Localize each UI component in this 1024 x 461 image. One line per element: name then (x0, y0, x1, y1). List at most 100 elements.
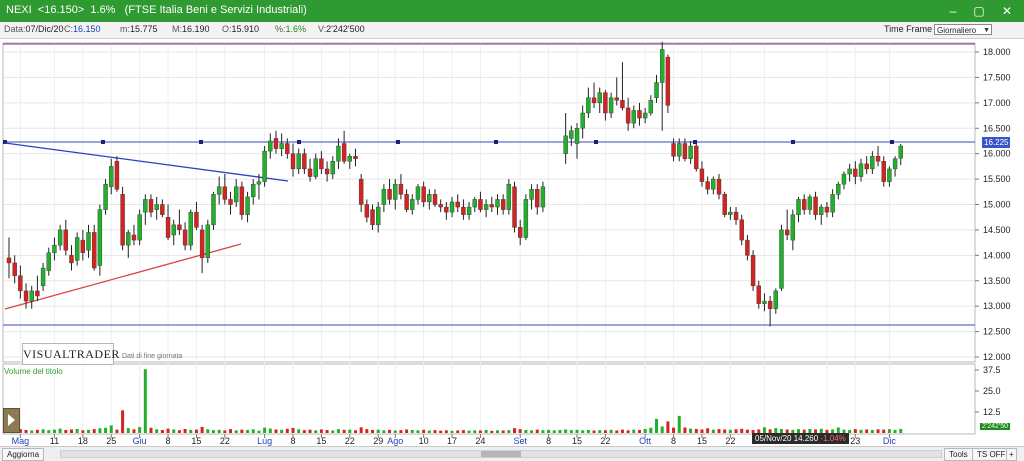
line-handle (594, 140, 598, 144)
candle-body (762, 300, 767, 304)
volume-bar (166, 428, 170, 433)
candle-body (171, 224, 176, 236)
update-button[interactable]: Aggiorna (2, 448, 45, 461)
candle-body (347, 156, 352, 162)
volume-bar (399, 430, 403, 433)
volume-label: V: (318, 24, 327, 34)
candle-body (256, 181, 262, 185)
volume-bar (200, 426, 204, 433)
price-tick-label: 15.000 (983, 200, 1011, 210)
candle-body (608, 97, 614, 114)
date-field: Data:07/Dic/20 (4, 24, 64, 34)
volume-bar (353, 430, 357, 433)
volume-bar (382, 430, 386, 433)
date-value: 07/Dic/20 (25, 24, 64, 34)
candle-body (535, 189, 540, 208)
ts-off-button[interactable]: TS OFF (972, 448, 1011, 461)
current-price-label: 16.225 (982, 137, 1011, 148)
candle-body (319, 158, 324, 170)
line-handle (791, 140, 795, 144)
volume-bar (723, 429, 727, 433)
candle-body (273, 138, 279, 149)
volume-bar (461, 430, 465, 433)
candle-body (211, 194, 216, 226)
volume-bar (870, 429, 874, 433)
candle-body (239, 186, 245, 215)
volume-bar (637, 429, 641, 433)
candle-body (63, 229, 68, 251)
candle-body (671, 143, 676, 157)
volume-bar (30, 430, 34, 433)
candle-body (654, 82, 659, 98)
candle-body (665, 56, 671, 106)
candle-body (824, 206, 830, 213)
volume-bar (308, 429, 312, 433)
close-button[interactable]: ✕ (996, 3, 1018, 19)
candle-body (387, 189, 392, 200)
visualtrader-logo: VISUALTRADER (22, 343, 119, 365)
candle-body (864, 163, 869, 170)
candle-body (154, 204, 159, 210)
candle-body (381, 189, 387, 205)
candle-body (819, 206, 824, 215)
candle-body (694, 145, 699, 170)
volume-bar (603, 430, 607, 433)
candle-body (353, 156, 358, 159)
timeframe-select[interactable]: Giornaliero ▼ (934, 24, 992, 35)
date-label: Data: (4, 24, 26, 34)
candle-body (114, 161, 120, 190)
plus-icon[interactable]: + (1006, 448, 1017, 461)
candle-body (688, 145, 693, 159)
candle-body (892, 158, 898, 170)
candle-body (341, 143, 347, 162)
minimize-button[interactable]: – (942, 3, 964, 19)
volume-bar (126, 428, 130, 433)
volume-bar (882, 429, 886, 433)
date-tick-label: 8 (546, 436, 551, 446)
date-tick-label: 22 (345, 436, 355, 446)
volume-bar (69, 429, 73, 433)
volume-field: V:2'242'500 (318, 24, 365, 34)
candle-body (120, 194, 125, 246)
candle-body (165, 217, 171, 238)
candle-body (12, 262, 17, 276)
volume-bar (109, 425, 113, 433)
window-title: NEXI <16.150> 1.6% (FTSE Italia Beni e S… (6, 4, 307, 16)
play-arrow-icon (8, 414, 15, 426)
candle-body (23, 290, 29, 302)
candle-body (182, 229, 188, 246)
candle-body (103, 183, 108, 210)
horizontal-scrollbar[interactable] (60, 450, 942, 458)
title-bar: NEXI <16.150> 1.6% (FTSE Italia Beni e S… (0, 0, 1024, 22)
volume-tick-label: 12.5 (983, 407, 1001, 417)
open-value: 15.910 (231, 24, 260, 34)
scroll-thumb[interactable] (481, 451, 521, 457)
candle-body (722, 194, 727, 215)
candle-body (563, 135, 568, 154)
volume-bar (564, 429, 568, 433)
volume-bar (211, 430, 215, 433)
side-panel-toggle[interactable] (3, 408, 20, 433)
candle-body (711, 178, 716, 190)
price-tick-label: 14.500 (983, 225, 1011, 235)
volume-bar (160, 429, 164, 433)
candle-body (336, 145, 341, 162)
date-tick-label: 8 (166, 436, 171, 446)
volume-bar (666, 421, 670, 433)
candle-body (432, 194, 438, 205)
date-tick-label: 25 (106, 436, 116, 446)
volume-bar (104, 427, 108, 433)
candle-body (404, 194, 409, 210)
maximize-button[interactable]: ▢ (968, 3, 990, 19)
volume-bar (75, 428, 79, 433)
price-chart[interactable]: 12.000 12.500 13.000 13.500 14.000 14.500 15.0… (0, 38, 1024, 460)
price-tick-label: 12.500 (983, 327, 1011, 337)
volume-bar (694, 428, 698, 433)
candle-body (642, 112, 648, 119)
volume-bar (683, 427, 687, 433)
date-tick-label: Lug (257, 436, 272, 446)
tools-button[interactable]: Tools (944, 448, 973, 461)
candle-body (290, 153, 296, 170)
volume-bar (859, 429, 863, 433)
candle-body (427, 194, 432, 203)
